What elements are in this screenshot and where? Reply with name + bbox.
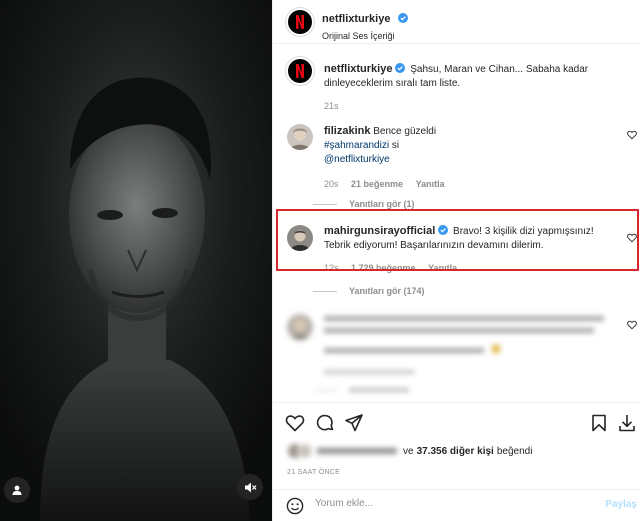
download-icon[interactable] (617, 413, 637, 433)
verified-icon (397, 13, 408, 23)
verified-icon (395, 63, 406, 73)
liker-avatars (288, 443, 313, 459)
avatar[interactable] (287, 314, 313, 340)
comment-time[interactable]: 20s (324, 179, 339, 189)
netflix-logo-icon (296, 15, 304, 29)
comment-text: Bence güzeldi (373, 126, 437, 137)
mention-link[interactable]: @netflixturkiye (324, 154, 390, 165)
view-replies-label: Yanıtları gör (174) (349, 286, 425, 296)
divider (313, 203, 337, 205)
blurred-comment-text (324, 316, 609, 374)
video-still-image (0, 0, 272, 521)
view-replies-button[interactable]: Yanıtları gör (174) (313, 286, 425, 296)
divider (313, 290, 337, 292)
avatar[interactable] (285, 56, 315, 86)
share-icon[interactable] (344, 413, 364, 433)
header-text: netflixturkiye Orijinal Ses İçeriği (322, 9, 408, 41)
likes-count[interactable]: 37.356 diğer kişi (417, 446, 494, 457)
hashtag-link[interactable]: #şahmarandizi (324, 140, 389, 151)
comment-icon[interactable] (315, 413, 335, 433)
view-replies-button[interactable] (313, 388, 409, 392)
header-username[interactable]: netflixturkiye (322, 13, 390, 25)
avatar[interactable] (287, 124, 313, 150)
heart-icon[interactable] (285, 413, 305, 433)
avatar[interactable] (285, 7, 315, 37)
comment-input[interactable] (315, 498, 585, 509)
mute-button[interactable] (237, 474, 263, 500)
bookmark-icon[interactable] (589, 413, 609, 433)
post-comment-button[interactable]: Paylaş (605, 499, 637, 510)
smiley-icon[interactable] (286, 497, 304, 515)
video-frame[interactable] (0, 0, 272, 521)
heart-icon[interactable] (627, 320, 637, 330)
liker-username-blurred (317, 448, 397, 454)
avatar-image (287, 314, 313, 340)
likes-suffix: beğendi (496, 445, 533, 457)
mute-icon (244, 482, 256, 492)
post-actions: ve 37.356 diğer kişi beğendi 21 SAAT ÖNC… (273, 402, 640, 521)
view-replies-button[interactable]: Yanıtları gör (1) (313, 199, 415, 209)
comment-username[interactable]: filizakink (324, 125, 370, 137)
avatar-image (287, 124, 313, 150)
user-tag-icon (12, 485, 22, 495)
user-tag-button[interactable] (4, 477, 30, 503)
divider (313, 389, 337, 391)
post-panel: netflixturkiye Orijinal Ses İçeriği netf… (272, 0, 640, 521)
comment-likes[interactable]: 21 beğenme (351, 179, 403, 189)
comment-text-cont: si (391, 140, 400, 151)
add-comment-bar: Paylaş (273, 489, 640, 521)
post-timestamp[interactable]: 21 SAAT ÖNCE (287, 469, 340, 476)
reply-button[interactable]: Yanıtla (416, 179, 445, 189)
view-replies-label: Yanıtları gör (1) (349, 199, 415, 209)
highlight-annotation-box (276, 209, 639, 271)
header-audio-link[interactable]: Orijinal Ses İçeriği (322, 31, 408, 41)
caption-time[interactable]: 21s (324, 101, 339, 111)
heart-icon[interactable] (627, 130, 637, 140)
post-header: netflixturkiye Orijinal Ses İçeriği (273, 0, 640, 44)
likes-summary[interactable]: ve 37.356 diğer kişi beğendi (287, 443, 532, 459)
caption-username[interactable]: netflixturkiye (324, 63, 392, 75)
netflix-logo-icon (296, 64, 304, 78)
likes-connector: ve (403, 445, 414, 457)
